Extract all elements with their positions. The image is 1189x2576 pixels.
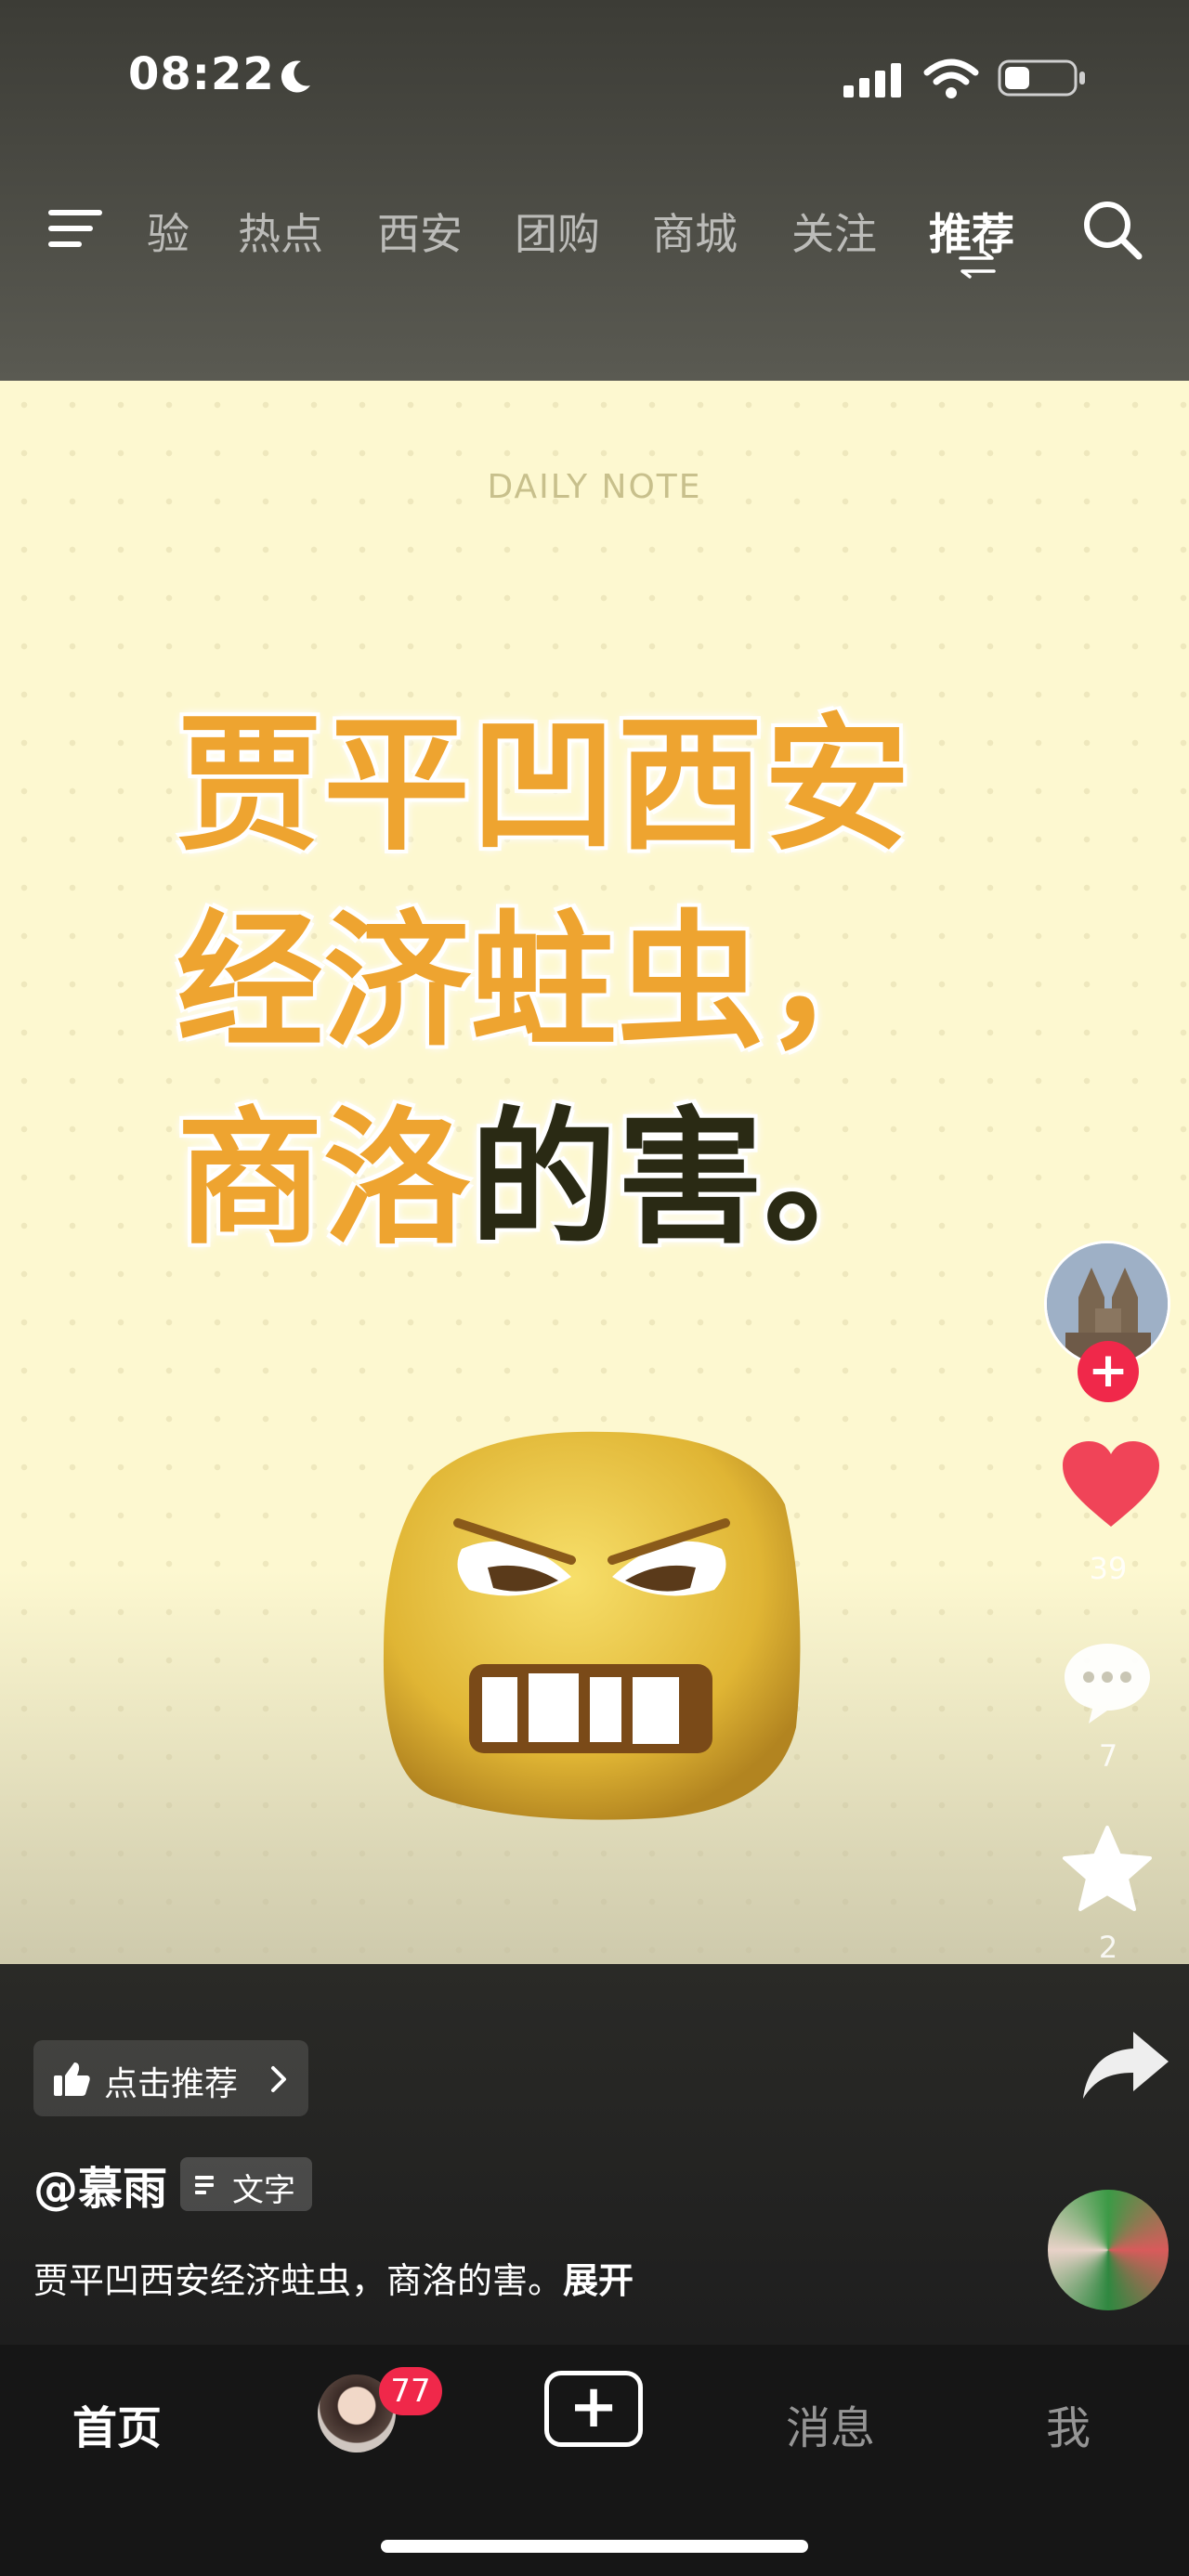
like-count: 39 [1089, 1551, 1128, 1586]
top-nav: 验 热点 西安 团购 商城 关注 推荐 [0, 186, 1189, 279]
search-icon[interactable] [1079, 197, 1144, 262]
daily-note-label: DAILY NOTE [487, 468, 702, 506]
post-type-label: 文字 [232, 2172, 295, 2209]
description-text: 贾平凹西安经济蛀虫，商洛的害。 [33, 2260, 564, 2301]
author-name[interactable]: @慕雨 [33, 2152, 167, 2217]
text-icon [195, 2176, 214, 2194]
tab-messages[interactable]: 消息 [786, 2391, 875, 2456]
expand-link[interactable]: 展开 [563, 2260, 634, 2301]
status-bar: 08:22 [0, 0, 1189, 158]
favorite-count: 2 [1098, 1930, 1118, 1965]
tab-mall[interactable]: 商城 [652, 201, 738, 262]
tab-group-buy[interactable]: 团购 [515, 201, 600, 262]
wifi-icon [923, 59, 979, 98]
post-image[interactable]: DAILY NOTE 贾平凹西安 经济蛀虫， 商洛的害。 [0, 381, 1189, 1964]
headline-line-1: 贾平凹西安 [176, 700, 910, 871]
battery-icon [998, 59, 1085, 97]
comment-count: 7 [1098, 1738, 1118, 1774]
signal-icon [843, 63, 901, 98]
tab-me[interactable]: 我 [1046, 2391, 1091, 2456]
chevron-right-icon [271, 2066, 286, 2092]
tab-home[interactable]: 首页 [72, 2391, 162, 2456]
headline-line-3-orange: 商洛 [176, 1094, 470, 1265]
tab-xian[interactable]: 西安 [377, 201, 463, 262]
top-header: 08:22 验 热点 西安 团购 商城 关注 推荐 [0, 0, 1189, 381]
follow-button[interactable]: + [1078, 1341, 1139, 1402]
post-description: 贾平凹西安经济蛀虫，商洛的害。展开 [33, 2252, 634, 2303]
home-indicator [381, 2540, 808, 2553]
bottom-tab-bar: 首页 77 + 消息 我 [0, 2345, 1189, 2576]
recommend-button[interactable]: 点击推荐 [33, 2040, 308, 2116]
menu-icon[interactable] [48, 204, 104, 253]
star-icon[interactable] [1061, 1824, 1154, 1913]
add-button[interactable]: + [544, 2371, 643, 2447]
friends-badge: 77 [379, 2367, 442, 2415]
headline-line-3-dark: 的害。 [470, 1094, 910, 1265]
swap-icon [959, 251, 996, 279]
post-info: 点击推荐 @慕雨 文字 贾平凹西安经济蛀虫，商洛的害。展开 [0, 1964, 1189, 2345]
share-icon[interactable] [1081, 2028, 1170, 2102]
post-headline: 贾平凹西安 经济蛀虫， 商洛的害。 [176, 687, 1013, 1278]
tab-partial[interactable]: 验 [147, 201, 189, 262]
status-time: 08:22 [128, 48, 275, 100]
post-type-tag: 文字 [180, 2157, 312, 2211]
music-disc[interactable] [1048, 2190, 1169, 2310]
tab-trending[interactable]: 热点 [238, 201, 323, 262]
app-screen: 08:22 验 热点 西安 团购 商城 关注 推荐 DAILY NOTE 贾平凹… [0, 0, 1189, 2576]
headline-line-2: 经济蛀虫， [176, 897, 910, 1068]
headline-line-3: 商洛的害。 [176, 1081, 1013, 1278]
tab-following[interactable]: 关注 [791, 201, 877, 262]
angry-face-icon [383, 1431, 801, 1820]
thumbs-up-icon [54, 2062, 90, 2096]
heart-icon[interactable] [1061, 1439, 1161, 1532]
comment-icon[interactable] [1061, 1640, 1154, 1725]
recommend-label: 点击推荐 [104, 2065, 239, 2103]
moon-icon [281, 60, 310, 93]
